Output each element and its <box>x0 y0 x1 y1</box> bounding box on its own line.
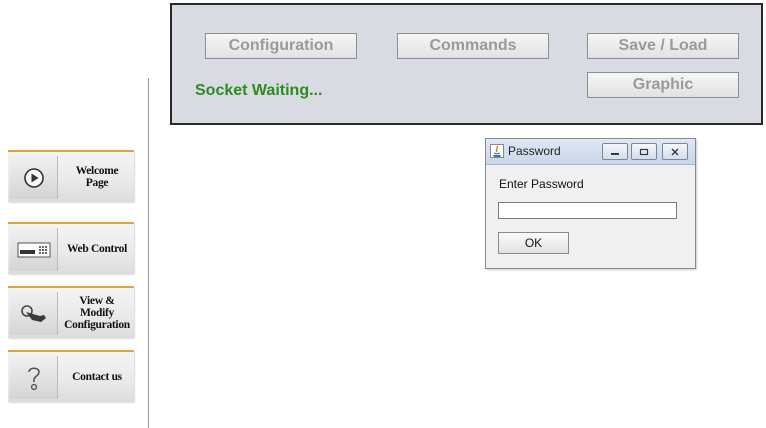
minimize-icon <box>611 152 619 155</box>
ok-button[interactable]: OK <box>498 232 569 254</box>
pointer-hand-icon <box>10 292 58 335</box>
sidebar-item-web-control[interactable]: Web Control <box>8 222 134 274</box>
password-field[interactable] <box>498 202 677 219</box>
save-load-button[interactable]: Save / Load <box>587 33 739 59</box>
commands-button[interactable]: Commands <box>397 33 549 59</box>
sidebar-item-label: Welcome Page <box>75 165 119 189</box>
configuration-button[interactable]: Configuration <box>205 33 357 59</box>
question-icon <box>10 356 58 399</box>
minimize-button[interactable] <box>602 143 628 160</box>
dialog-titlebar[interactable]: Password <box>486 139 695 165</box>
password-prompt-label: Enter Password <box>499 177 584 191</box>
close-icon <box>671 148 679 155</box>
dialog-title: Password <box>508 144 561 158</box>
java-icon <box>490 144 504 158</box>
sidebar-item-contact-us[interactable]: Contact us <box>8 350 134 402</box>
play-icon <box>10 156 58 199</box>
sidebar-item-label: Contact us <box>72 371 122 383</box>
graphic-button[interactable]: Graphic <box>587 72 739 98</box>
sidebar-divider <box>148 78 149 428</box>
device-icon <box>10 228 58 271</box>
socket-status-text: Socket Waiting... <box>195 82 323 99</box>
sidebar-item-label: View & Modify Configuration <box>64 295 130 331</box>
close-button[interactable] <box>662 143 688 160</box>
sidebar-item-view-modify-configuration[interactable]: View & Modify Configuration <box>8 286 134 338</box>
control-panel: Configuration Commands Save / Load Graph… <box>170 3 763 125</box>
password-dialog: Password Enter Password OK <box>485 138 696 269</box>
maximize-icon <box>639 148 649 155</box>
sidebar-item-label: Web Control <box>66 243 128 255</box>
sidebar-item-welcome-page[interactable]: Welcome Page <box>8 150 134 202</box>
maximize-button[interactable] <box>631 143 657 160</box>
